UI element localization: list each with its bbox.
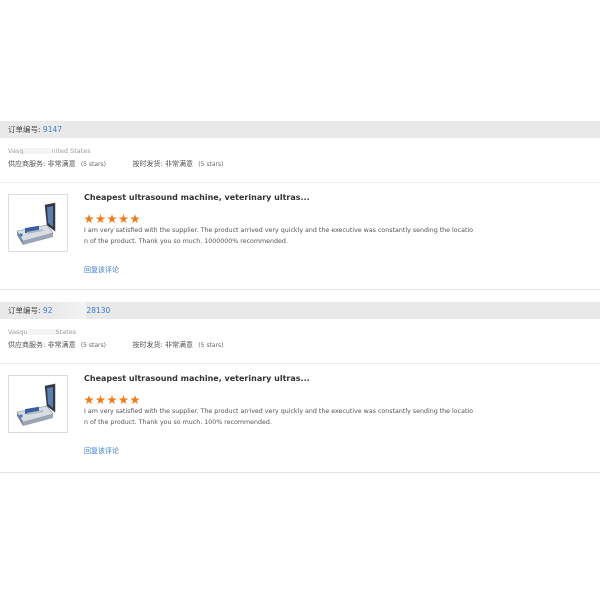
order-number[interactable]: 9147 [43, 125, 62, 134]
supplier-service-stars: (5 stars) [80, 161, 106, 168]
sub-ratings: 供应商服务: 非常满意 (5 stars) 按时发货: 非常满意 (5 star… [8, 156, 592, 173]
star-icon [130, 214, 140, 224]
review-meta: Vasq nited States 供应商服务: 非常满意 (5 stars) 按… [0, 138, 600, 183]
supplier-service-label: 供应商服务: [8, 160, 46, 168]
supplier-service-stars: (5 stars) [80, 342, 106, 349]
ultrasound-machine-image [16, 383, 56, 426]
buyer-info: Vasq nited States [8, 138, 592, 156]
star-icon [95, 214, 106, 224]
review-body: Cheapest ultrasound machine, veterinary … [0, 364, 600, 469]
supplier-service-label: 供应商服务: [8, 341, 46, 349]
star-icon [130, 395, 140, 405]
on-time-value: 非常满意 [165, 160, 194, 168]
review-comment: I am very satisfied with the supplier. T… [84, 408, 474, 426]
star-icon [118, 214, 129, 224]
review-body: Cheapest ultrasound machine, veterinary … [0, 183, 600, 288]
on-time-stars: (5 stars) [198, 342, 224, 349]
buyer-info: Vasqu States [8, 319, 592, 337]
on-time-value: 非常满意 [165, 341, 194, 349]
star-icon [107, 214, 117, 224]
product-thumbnail[interactable] [8, 194, 68, 252]
redacted-area [52, 302, 87, 319]
order-header: 订单编号: 92 28130 [0, 302, 600, 319]
product-thumbnail[interactable] [8, 375, 68, 433]
review-comment: I am very satisfied with the supplier. T… [84, 227, 474, 245]
redacted-area [23, 148, 52, 154]
order-label: 订单编号: [8, 306, 41, 315]
review-card: 订单编号: 9147 Vasq nited States 供应商服务: 非常满意 … [0, 121, 600, 290]
product-title[interactable]: Cheapest ultrasound machine, veterinary … [84, 374, 310, 383]
order-number[interactable]: 92 28130 [42, 302, 111, 319]
on-time-stars: (5 stars) [198, 161, 224, 168]
star-icon [107, 395, 117, 405]
reply-link[interactable]: 回复该评论 [84, 265, 119, 275]
supplier-service-value: 非常满意 [47, 160, 76, 168]
buyer-name: Vasq [8, 147, 24, 155]
star-icon [118, 395, 129, 405]
star-icon [95, 395, 106, 405]
buyer-name: Vasqu [8, 328, 28, 336]
star-icon [84, 395, 94, 405]
product-title[interactable]: Cheapest ultrasound machine, veterinary … [84, 193, 310, 202]
review-meta: Vasqu States 供应商服务: 非常满意 (5 stars) 按时发货: … [0, 319, 600, 364]
sub-ratings: 供应商服务: 非常满意 (5 stars) 按时发货: 非常满意 (5 star… [8, 337, 592, 354]
on-time-label: 按时发货: [132, 341, 163, 349]
ultrasound-machine-image [16, 202, 56, 245]
star-icon [84, 214, 94, 224]
reply-link[interactable]: 回复该评论 [84, 446, 119, 456]
on-time-label: 按时发货: [132, 160, 163, 168]
order-number-prefix: 92 [42, 306, 53, 315]
order-number-suffix: 28130 [86, 306, 111, 315]
supplier-service-value: 非常满意 [47, 341, 76, 349]
redacted-area [27, 329, 56, 335]
review-card: 订单编号: 92 28130 Vasqu States 供应商服务: 非常满意 (… [0, 302, 600, 473]
buyer-country: States [55, 328, 77, 336]
order-label: 订单编号: [8, 125, 41, 134]
order-header: 订单编号: 9147 [0, 121, 600, 138]
buyer-country: nited States [51, 147, 91, 155]
